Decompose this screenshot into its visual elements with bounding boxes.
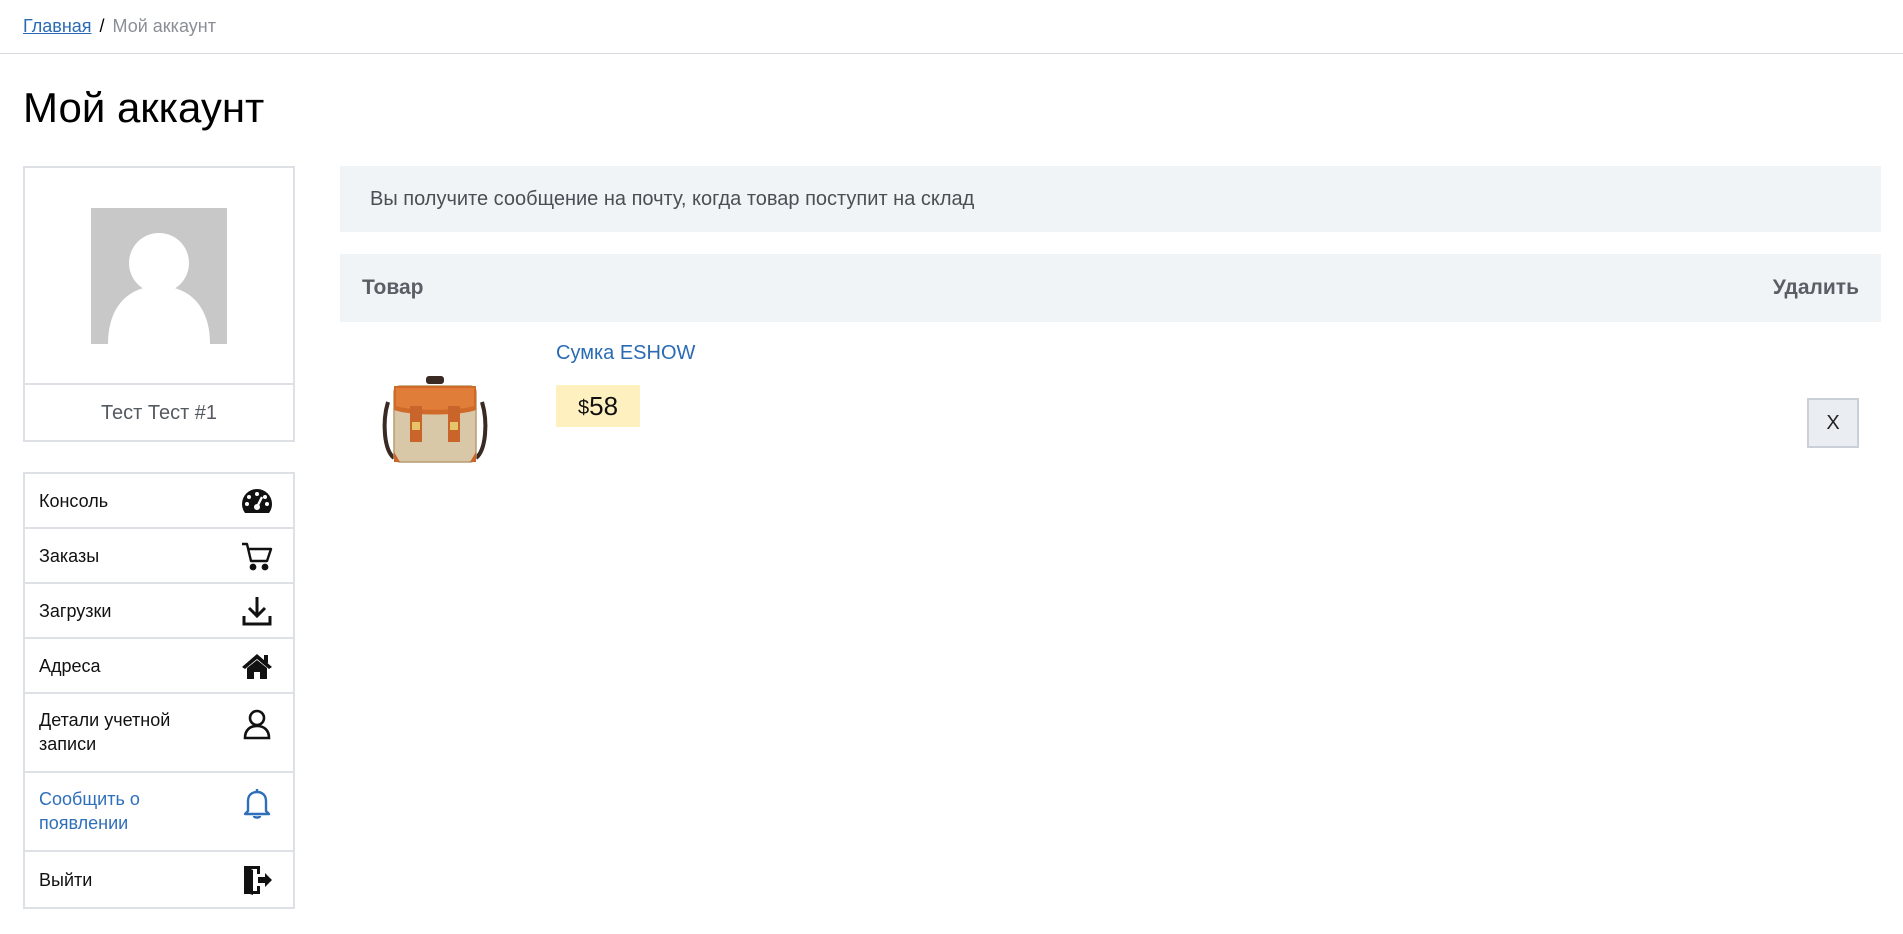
column-header-remove: Удалить (1772, 276, 1859, 299)
nav-item-account-details[interactable]: Детали учетной записи (25, 694, 293, 773)
nav-item-label: Загрузки (39, 600, 112, 621)
nav-item-logout[interactable]: Выйти (25, 852, 293, 907)
cart-icon (241, 540, 273, 572)
profile-card: Тест Тест #1 (23, 166, 295, 442)
account-nav: Консоль Заказы Загрузки Адреса Детали уч… (23, 472, 295, 909)
nav-item-orders[interactable]: Заказы (25, 529, 293, 584)
column-header-product: Товар (362, 276, 424, 299)
nav-item-label: Консоль (39, 490, 109, 511)
nav-item-notify[interactable]: Сообщить о появлении (25, 773, 293, 852)
nav-item-label: Адреса (39, 655, 101, 676)
download-icon (241, 595, 273, 627)
breadcrumb: Главная / Мой аккаунт (0, 0, 1903, 54)
remove-button[interactable]: X (1807, 398, 1859, 448)
user-icon (241, 708, 273, 740)
price-currency: $ (578, 396, 590, 419)
nav-item-label: Заказы (39, 545, 100, 566)
nav-item-label: Сообщить о появлении (39, 789, 140, 833)
breadcrumb-home-link[interactable]: Главная (23, 16, 92, 37)
dashboard-icon (241, 485, 273, 517)
price-value: 58 (589, 390, 619, 421)
bell-icon (241, 787, 273, 819)
avatar-container (25, 168, 293, 385)
nav-item-label: Выйти (39, 869, 93, 890)
home-icon (241, 650, 273, 682)
product-image[interactable] (380, 362, 490, 467)
table-row: Сумка ESHOW $58 X (340, 322, 1881, 482)
user-placeholder-icon (91, 207, 227, 344)
price-tag: $58 (556, 385, 641, 427)
profile-name: Тест Тест #1 (100, 402, 218, 424)
table-header: Товар Удалить (340, 254, 1881, 322)
page-title: Мой аккаунт (23, 84, 265, 131)
breadcrumb-separator: / (99, 16, 105, 36)
notice-banner: Вы получите сообщение на почту, когда то… (340, 166, 1881, 232)
logout-icon (241, 864, 273, 896)
nav-item-addresses[interactable]: Адреса (25, 639, 293, 694)
breadcrumb-current: Мой аккаунт (112, 16, 216, 36)
nav-item-dashboard[interactable]: Консоль (25, 474, 293, 529)
product-link[interactable]: Сумка ESHOW (556, 342, 695, 365)
nav-item-label: Детали учетной записи (39, 710, 171, 754)
nav-item-downloads[interactable]: Загрузки (25, 584, 293, 639)
